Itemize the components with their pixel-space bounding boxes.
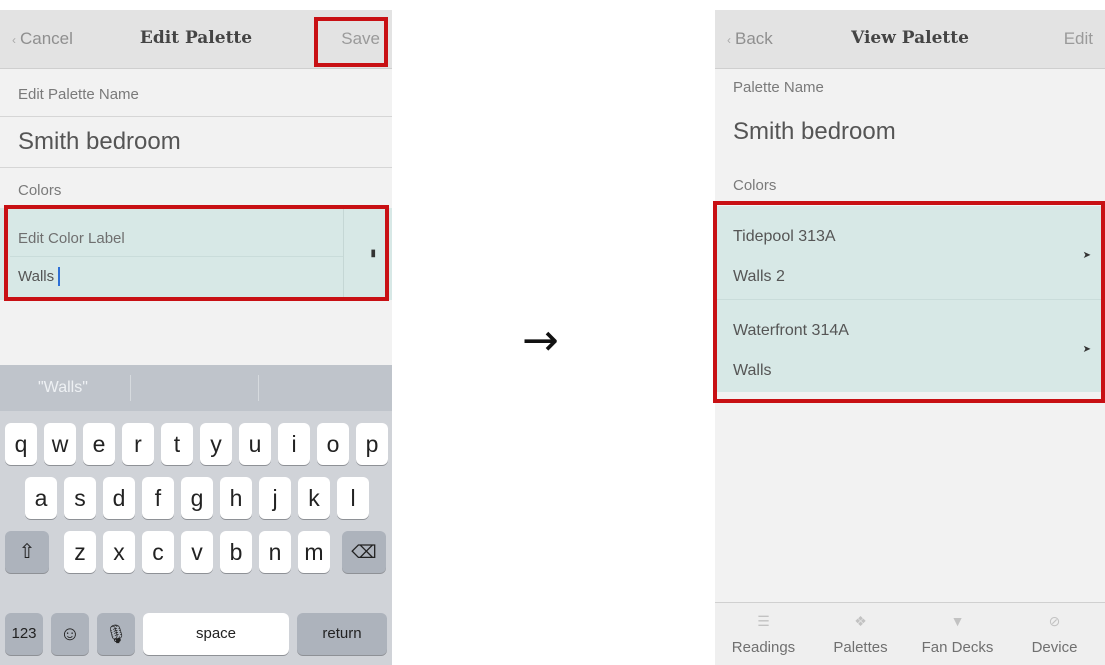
divider (0, 167, 392, 168)
key-t[interactable]: t (161, 423, 193, 465)
suggestion-bar: "Walls" (0, 365, 392, 411)
key-i[interactable]: i (278, 423, 310, 465)
colors-label: Colors (18, 182, 62, 199)
divider (130, 375, 131, 401)
tab-palettes[interactable]: ❖ Palettes (812, 603, 909, 665)
key-g[interactable]: g (181, 477, 213, 519)
divider (0, 116, 392, 117)
palette-name-label: Edit Palette Name (18, 86, 139, 103)
key-a[interactable]: a (25, 477, 57, 519)
tab-device[interactable]: ⊘ Device (1006, 603, 1103, 665)
palette-name-label: Palette Name (733, 79, 824, 96)
key-s[interactable]: s (64, 477, 96, 519)
tab-label: Device (1031, 639, 1078, 656)
tab-readings[interactable]: ☰ Readings (715, 603, 812, 665)
divider (258, 375, 259, 401)
color-label-highlight-box (4, 205, 389, 301)
key-e[interactable]: e (83, 423, 115, 465)
mic-key[interactable]: 🎙 (97, 613, 135, 655)
palette-name: Smith bedroom (733, 118, 896, 145)
delete-icon: ⌫ (351, 542, 377, 562)
key-q[interactable]: q (5, 423, 37, 465)
key-y[interactable]: y (200, 423, 232, 465)
arrow-right-icon: → (522, 315, 559, 366)
mic-icon: 🎙 (104, 624, 128, 644)
key-b[interactable]: b (220, 531, 252, 573)
color-list-highlight-box (713, 201, 1105, 403)
tab-fan-decks[interactable]: ▼ Fan Decks (909, 603, 1006, 665)
edit-palette-screen: ‹ Cancel Edit Palette Save Edit Palette N… (0, 10, 392, 665)
page-title: View Palette (851, 28, 969, 48)
emoji-key[interactable]: ☺ (51, 613, 89, 655)
palette-name-field[interactable]: Smith bedroom (18, 128, 181, 156)
return-key[interactable]: return (297, 613, 387, 655)
key-m[interactable]: m (298, 531, 330, 573)
space-key[interactable]: space (143, 613, 289, 655)
keyboard: q w e r t y u i o p a s d f g h j k l ⇧ … (0, 411, 392, 665)
key-x[interactable]: x (103, 531, 135, 573)
key-r[interactable]: r (122, 423, 154, 465)
key-p[interactable]: p (356, 423, 388, 465)
shift-icon: ⇧ (18, 541, 36, 563)
shift-key[interactable]: ⇧ (5, 531, 49, 573)
key-o[interactable]: o (317, 423, 349, 465)
key-u[interactable]: u (239, 423, 271, 465)
delete-key[interactable]: ⌫ (342, 531, 386, 573)
key-k[interactable]: k (298, 477, 330, 519)
readings-icon: ☰ (757, 613, 770, 629)
key-j[interactable]: j (259, 477, 291, 519)
key-c[interactable]: c (142, 531, 174, 573)
key-h[interactable]: h (220, 477, 252, 519)
colors-label: Colors (733, 177, 777, 194)
key-f[interactable]: f (142, 477, 174, 519)
fan-decks-icon: ▼ (950, 613, 965, 629)
key-v[interactable]: v (181, 531, 213, 573)
key-w[interactable]: w (44, 423, 76, 465)
device-icon: ⊘ (1048, 613, 1061, 629)
tab-bar: ☰ Readings ❖ Palettes ▼ Fan Decks ⊘ Devi… (715, 602, 1105, 665)
key-l[interactable]: l (337, 477, 369, 519)
tab-label: Readings (731, 639, 796, 656)
numbers-key[interactable]: 123 (5, 613, 43, 655)
key-z[interactable]: z (64, 531, 96, 573)
emoji-icon: ☺ (59, 623, 81, 645)
save-highlight-box (314, 17, 388, 67)
nav-bar: ‹ Back View Palette Edit (715, 10, 1105, 69)
tab-label: Fan Decks (921, 639, 994, 656)
key-n[interactable]: n (259, 531, 291, 573)
palettes-icon: ❖ (854, 613, 867, 629)
tab-label: Palettes (833, 639, 888, 656)
key-d[interactable]: d (103, 477, 135, 519)
edit-button[interactable]: Edit (1064, 29, 1093, 49)
suggestion-item[interactable]: "Walls" (38, 365, 88, 411)
